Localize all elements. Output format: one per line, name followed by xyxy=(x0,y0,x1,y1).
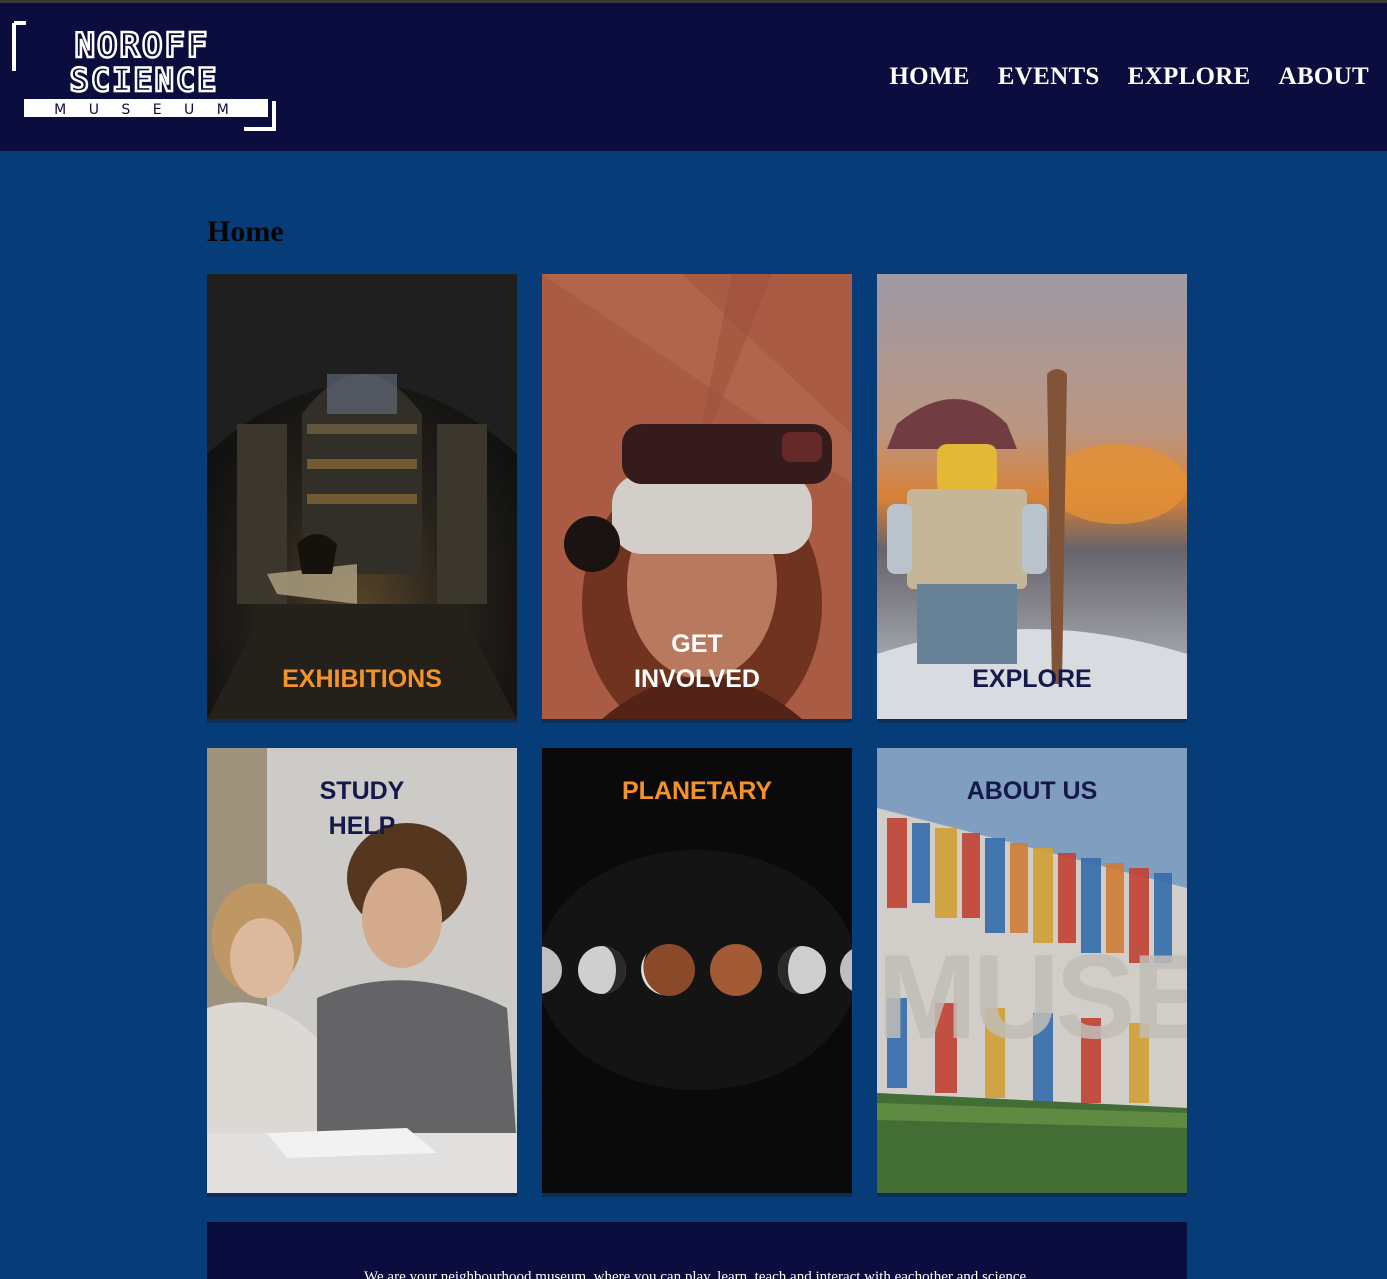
page-title: Home xyxy=(207,215,284,248)
card-explore[interactable]: EXPLORE xyxy=(877,274,1187,723)
logo-line1: NOROFF xyxy=(75,26,210,66)
card-label-explore: EXPLORE xyxy=(972,665,1092,693)
card-get-involved[interactable]: GET INVOLVED xyxy=(542,274,852,723)
footer-text: We are your neighbourhood museum, where … xyxy=(364,1269,1030,1279)
card-label-about-us: ABOUT US xyxy=(966,777,1098,805)
card-about-us[interactable]: MUSE ABOUT US xyxy=(877,748,1187,1197)
main-nav: HOME EVENTS EXPLORE ABOUT xyxy=(889,63,1369,91)
card-study-help[interactable]: STUDY HELP xyxy=(207,748,517,1197)
logo-line2: SCIENCE xyxy=(70,61,219,99)
card-planetary[interactable]: PLANETARY xyxy=(542,748,852,1197)
nav-home-link[interactable]: HOME xyxy=(889,63,969,91)
lunar-phases-image xyxy=(542,748,852,1193)
nav-about-link[interactable]: ABOUT xyxy=(1279,63,1369,91)
card-exhibitions[interactable]: EXHIBITIONS xyxy=(207,274,517,723)
card-label-exhibitions: EXHIBITIONS xyxy=(282,665,442,693)
site-footer: We are your neighbourhood museum, where … xyxy=(207,1222,1187,1279)
nav-explore-link[interactable]: EXPLORE xyxy=(1128,63,1251,91)
noroff-science-museum-logo[interactable]: NOROFF SCIENCE M U S E U M xyxy=(12,21,280,133)
logo-line3: M U S E U M xyxy=(54,102,238,118)
card-label-get-involved: GET INVOLVED xyxy=(634,630,760,693)
site-header: NOROFF SCIENCE M U S E U M HOME EVENTS E… xyxy=(0,3,1387,151)
card-label-planetary: PLANETARY xyxy=(622,777,772,805)
card-label-study-help: STUDY HELP xyxy=(319,777,405,840)
nav-events-link[interactable]: EVENTS xyxy=(998,63,1100,91)
